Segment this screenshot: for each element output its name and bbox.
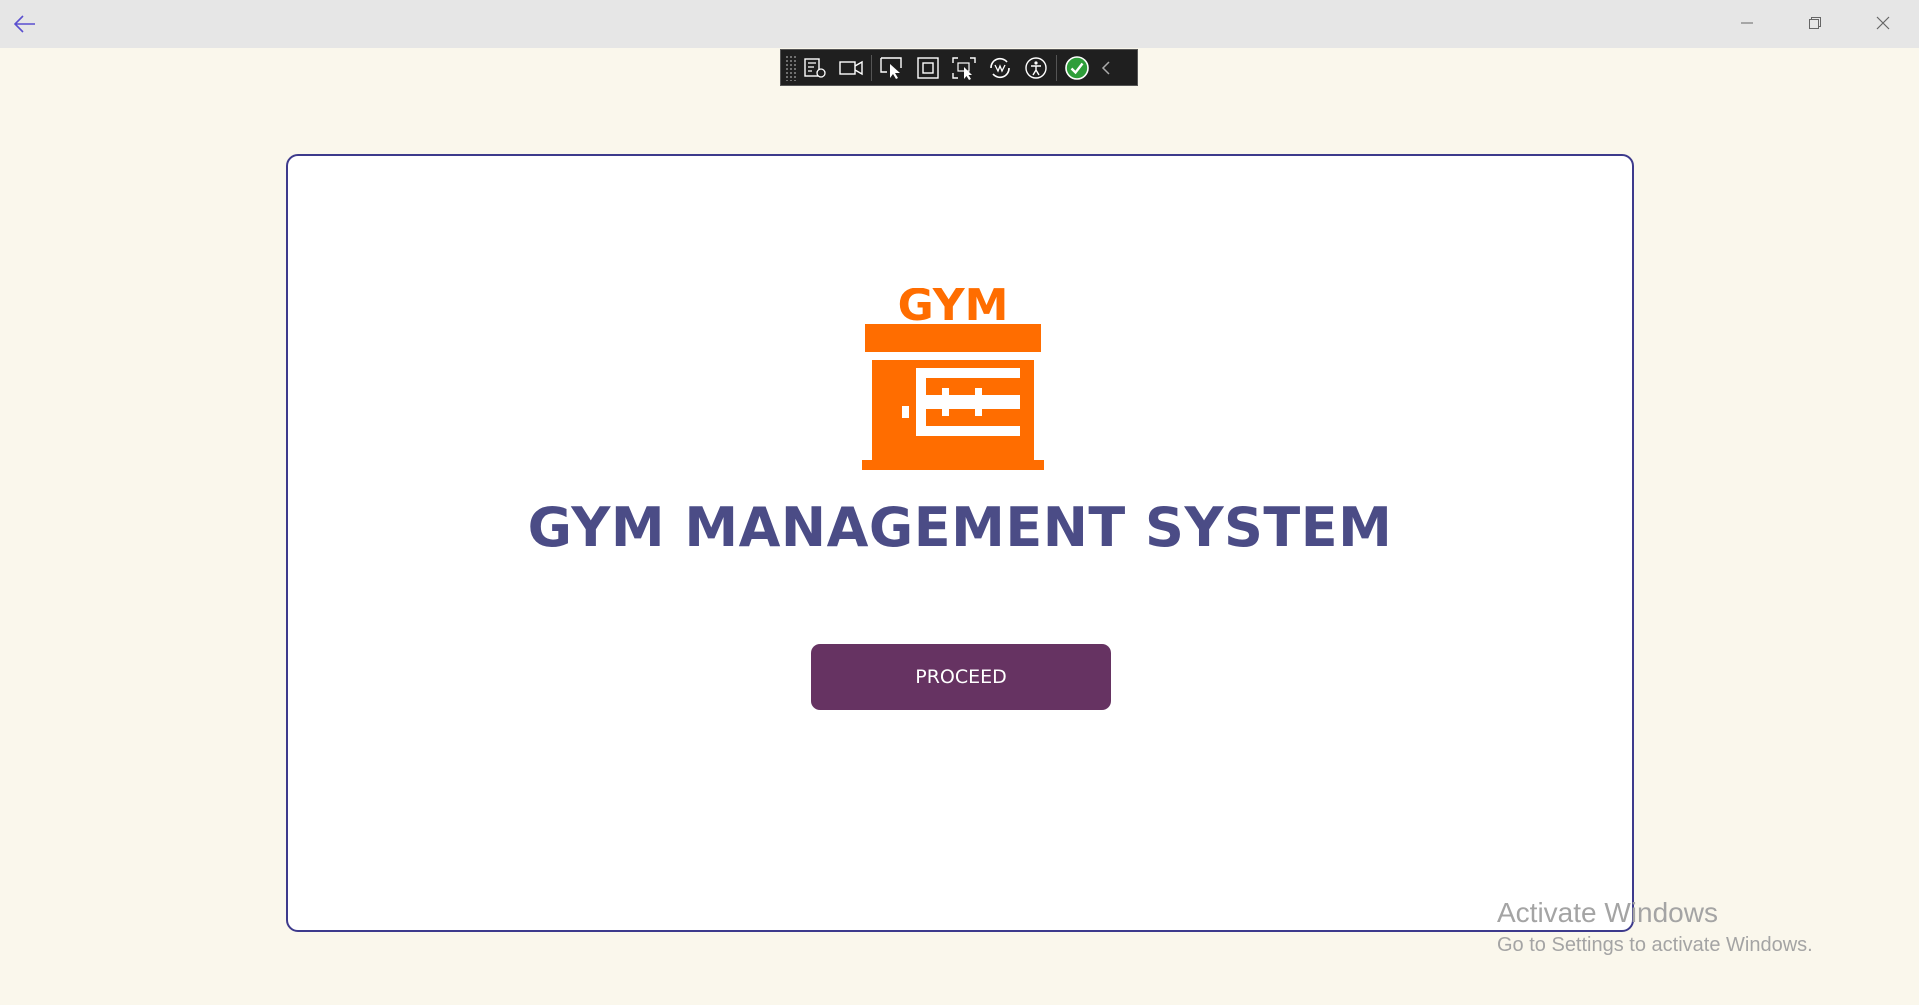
display-layout-adorners-icon [917, 56, 939, 79]
activation-watermark: Activate Windows Go to Settings to activ… [1497, 896, 1813, 960]
hot-reload-icon [990, 57, 1010, 78]
in-app-dev-toolbar [780, 49, 1138, 86]
back-button[interactable] [12, 12, 38, 36]
live-visual-tree-button[interactable] [797, 51, 833, 85]
minimize-icon [1741, 22, 1753, 24]
watermark-subtitle: Go to Settings to activate Windows. [1497, 934, 1813, 956]
track-focus-button[interactable] [946, 51, 982, 85]
toolbar-separator [1056, 54, 1057, 81]
record-icon [839, 60, 863, 75]
watermark-title: Activate Windows [1497, 897, 1718, 928]
minimize-button[interactable] [1713, 0, 1781, 46]
app-title: GYM MANAGEMENT SYSTEM [527, 496, 1393, 559]
close-icon [1876, 16, 1890, 30]
toolbar-grip[interactable] [785, 54, 797, 81]
check-status-icon [1065, 55, 1089, 80]
toolbar-separator [871, 54, 872, 81]
select-element-icon [880, 56, 902, 79]
restore-button[interactable] [1781, 0, 1849, 46]
collapse-toolbar-button[interactable] [1095, 51, 1117, 85]
layout-adorners-button[interactable] [910, 51, 946, 85]
accessibility-icon [1025, 56, 1047, 79]
close-button[interactable] [1849, 0, 1917, 46]
proceed-button[interactable]: PROCEED [811, 644, 1111, 710]
record-button[interactable] [833, 51, 869, 85]
select-element-button[interactable] [874, 51, 910, 85]
arrow-left-icon [14, 15, 35, 33]
splash-card: GYM GYM MANAGEMENT SYSTEM PROCEED [286, 154, 1634, 932]
live-visual-tree-icon [804, 57, 826, 78]
hot-reload-button[interactable] [982, 51, 1018, 85]
restore-icon [1809, 17, 1821, 29]
collapse-chevron-icon [1101, 60, 1110, 75]
title-bar [0, 0, 1919, 48]
accessibility-button[interactable] [1018, 51, 1054, 85]
gym-logo: GYM [862, 288, 1044, 470]
track-focus-icon [952, 56, 976, 80]
status-check-button[interactable] [1059, 51, 1095, 85]
